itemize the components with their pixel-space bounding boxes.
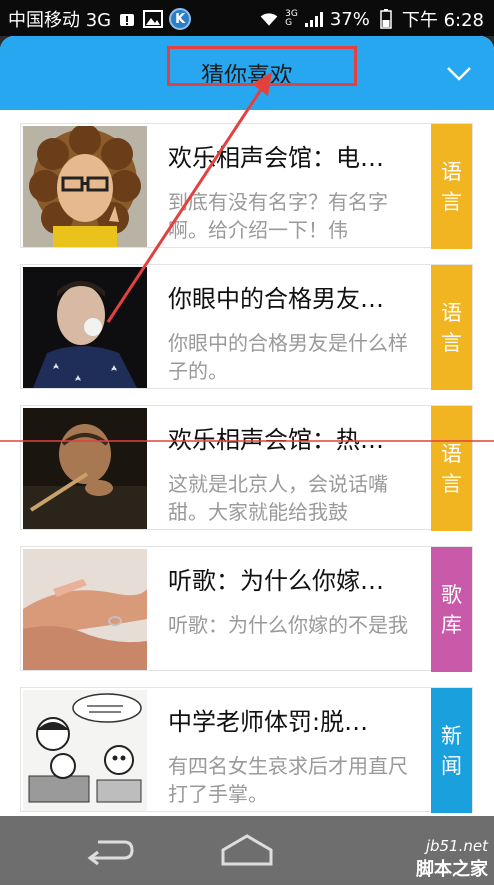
category-tag[interactable]: 歌 库 (431, 547, 472, 672)
item-description: 听歌：为什么你嫁的不是我 (168, 613, 408, 637)
title-highlight-box (167, 46, 357, 86)
list-item[interactable]: 你眼中的合格男友… 你眼中的合格男友是什么样子的。 语 言 (20, 264, 473, 390)
item-description: 这就是北京人，会说话嘴甜。大家就能给我鼓 (168, 472, 388, 524)
item-title: 中学老师体罚:脱… (168, 708, 369, 736)
status-bar: 中国移动 3G K 3G G 37% 下午 6:28 (0, 0, 494, 36)
back-icon[interactable] (80, 830, 140, 870)
app-header: 猜你喜欢 (0, 36, 494, 110)
system-nav-bar: jb51.net 脚本之家 (0, 816, 494, 885)
category-tag[interactable]: 新 闻 (431, 688, 472, 813)
battery-icon (376, 9, 396, 29)
item-title: 你眼中的合格男友… (168, 285, 384, 313)
home-icon[interactable] (217, 830, 277, 870)
item-title: 听歌：为什么你嫁… (168, 567, 384, 595)
thumbnail-hands-ring (23, 549, 147, 670)
battery-percent: 37% (329, 8, 370, 30)
category-tag[interactable]: 语 言 (431, 406, 472, 531)
warning-icon (117, 9, 137, 29)
wifi-icon (259, 9, 279, 29)
thumbnail-man-flower-hat (23, 126, 147, 247)
thumbnail-old-man-pipe (23, 408, 147, 529)
clock-time: 下午 6:28 (401, 10, 484, 31)
list-item[interactable]: 听歌：为什么你嫁… 听歌：为什么你嫁的不是我 歌 库 (20, 546, 473, 672)
thumbnail-comic-classroom (23, 690, 147, 811)
app-window: 猜你喜欢 欢乐相声会馆：电… 到底有没有名字？有名字啊。给介绍一下！伟 语 言 … (0, 36, 494, 816)
watermark: jb51.net 脚本之家 (416, 837, 488, 880)
chevron-down-icon[interactable] (446, 60, 472, 86)
item-title: 欢乐相声会馆：电… (168, 144, 384, 172)
status-left: 中国移动 3G K (8, 6, 192, 32)
item-title: 欢乐相声会馆：热… (168, 426, 384, 454)
carrier-text: 中国移动 3G (8, 10, 112, 31)
image-icon (143, 9, 164, 29)
network-type: 3G G (285, 9, 298, 28)
status-right: 3G G 37% 下午 6:28 (259, 6, 484, 32)
category-tag[interactable]: 语 言 (431, 124, 472, 249)
item-description: 到底有没有名字？有名字啊。给介绍一下！伟 (168, 190, 388, 242)
item-description: 有四名女生哀求后才用直尺打了手掌。 (168, 754, 408, 806)
list-item[interactable]: 欢乐相声会馆：热… 这就是北京人，会说话嘴甜。大家就能给我鼓 语 言 (20, 405, 473, 531)
k-app-icon: K (169, 8, 192, 30)
thumbnail-man-bubblegum (23, 267, 147, 388)
item-description: 你眼中的合格男友是什么样子的。 (168, 331, 408, 383)
list-item[interactable]: 欢乐相声会馆：电… 到底有没有名字？有名字啊。给介绍一下！伟 语 言 (20, 123, 473, 249)
signal-icon (304, 9, 324, 29)
category-tag[interactable]: 语 言 (431, 265, 472, 390)
list-item[interactable]: 中学老师体罚:脱… 有四名女生哀求后才用直尺打了手掌。 新 闻 (20, 687, 473, 813)
